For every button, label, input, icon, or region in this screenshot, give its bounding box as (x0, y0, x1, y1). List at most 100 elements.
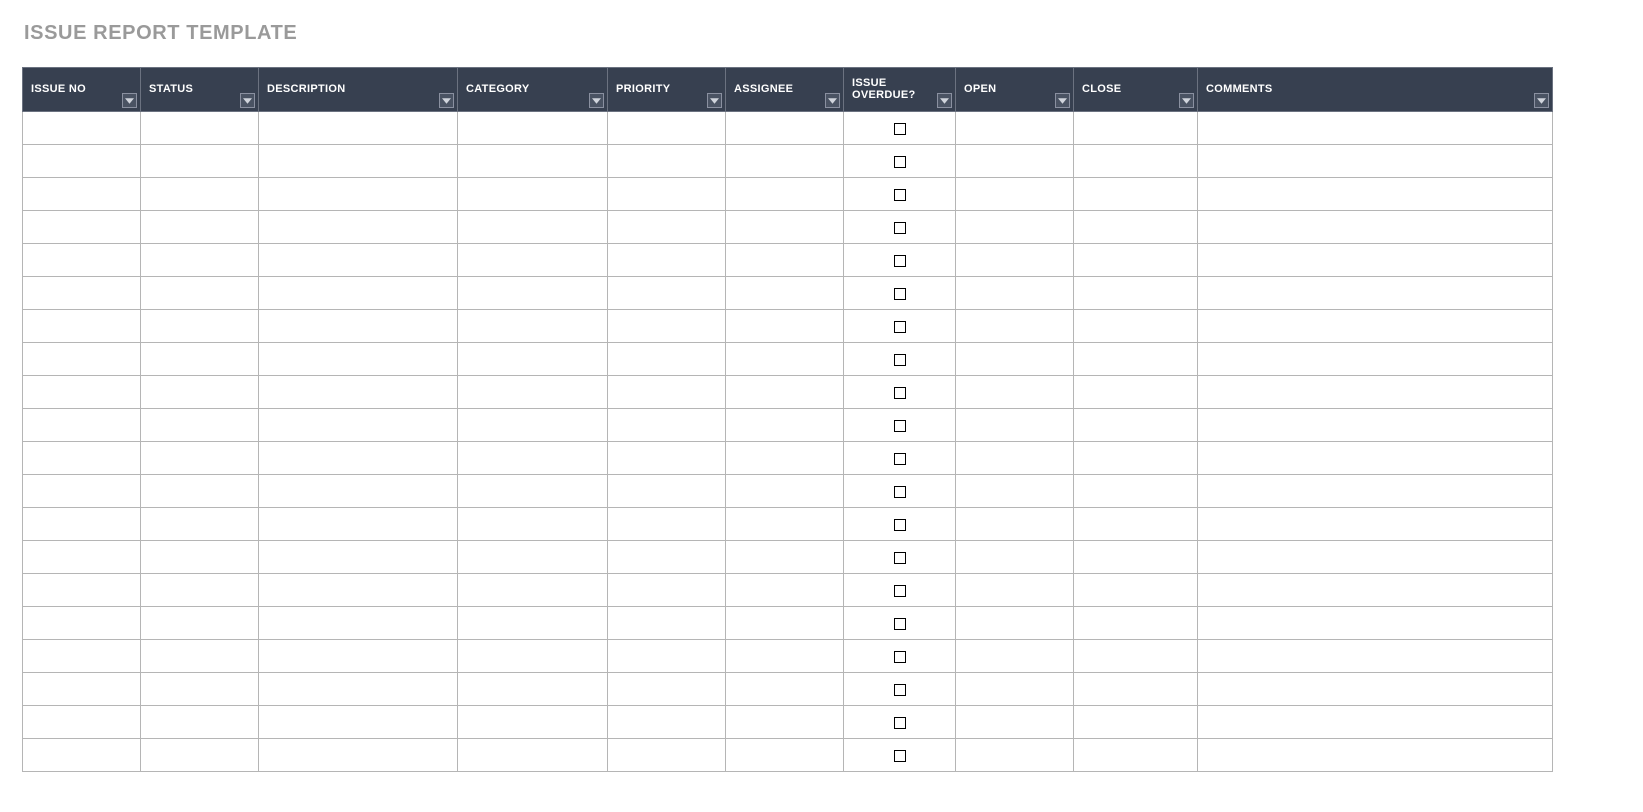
cell-status[interactable] (141, 442, 259, 475)
cell-comments[interactable] (1198, 343, 1553, 376)
overdue-checkbox[interactable] (894, 585, 906, 597)
overdue-checkbox[interactable] (894, 255, 906, 267)
cell-close[interactable] (1074, 475, 1198, 508)
cell-close[interactable] (1074, 673, 1198, 706)
cell-open[interactable] (956, 706, 1074, 739)
cell-status[interactable] (141, 112, 259, 145)
cell-assignee[interactable] (726, 178, 844, 211)
cell-issue_no[interactable] (23, 673, 141, 706)
cell-close[interactable] (1074, 508, 1198, 541)
cell-close[interactable] (1074, 574, 1198, 607)
cell-priority[interactable] (608, 442, 726, 475)
overdue-checkbox[interactable] (894, 486, 906, 498)
cell-issue_no[interactable] (23, 475, 141, 508)
cell-status[interactable] (141, 211, 259, 244)
cell-status[interactable] (141, 706, 259, 739)
cell-issue_no[interactable] (23, 376, 141, 409)
cell-assignee[interactable] (726, 409, 844, 442)
cell-open[interactable] (956, 211, 1074, 244)
cell-close[interactable] (1074, 244, 1198, 277)
cell-issue_no[interactable] (23, 607, 141, 640)
cell-priority[interactable] (608, 244, 726, 277)
cell-category[interactable] (458, 343, 608, 376)
cell-comments[interactable] (1198, 508, 1553, 541)
cell-category[interactable] (458, 145, 608, 178)
cell-open[interactable] (956, 475, 1074, 508)
cell-desc[interactable] (259, 211, 458, 244)
cell-priority[interactable] (608, 310, 726, 343)
cell-issue_no[interactable] (23, 640, 141, 673)
cell-category[interactable] (458, 508, 608, 541)
cell-open[interactable] (956, 409, 1074, 442)
cell-issue_no[interactable] (23, 310, 141, 343)
cell-desc[interactable] (259, 475, 458, 508)
cell-comments[interactable] (1198, 706, 1553, 739)
cell-priority[interactable] (608, 706, 726, 739)
overdue-checkbox[interactable] (894, 420, 906, 432)
overdue-checkbox[interactable] (894, 354, 906, 366)
cell-priority[interactable] (608, 541, 726, 574)
cell-status[interactable] (141, 508, 259, 541)
cell-issue_no[interactable] (23, 112, 141, 145)
cell-desc[interactable] (259, 244, 458, 277)
cell-assignee[interactable] (726, 442, 844, 475)
cell-priority[interactable] (608, 112, 726, 145)
cell-comments[interactable] (1198, 607, 1553, 640)
cell-assignee[interactable] (726, 244, 844, 277)
overdue-checkbox[interactable] (894, 123, 906, 135)
cell-assignee[interactable] (726, 607, 844, 640)
cell-desc[interactable] (259, 310, 458, 343)
cell-open[interactable] (956, 607, 1074, 640)
cell-close[interactable] (1074, 640, 1198, 673)
cell-desc[interactable] (259, 376, 458, 409)
cell-comments[interactable] (1198, 277, 1553, 310)
cell-category[interactable] (458, 673, 608, 706)
cell-comments[interactable] (1198, 112, 1553, 145)
overdue-checkbox[interactable] (894, 453, 906, 465)
cell-priority[interactable] (608, 640, 726, 673)
cell-desc[interactable] (259, 607, 458, 640)
cell-category[interactable] (458, 739, 608, 772)
overdue-checkbox[interactable] (894, 519, 906, 531)
cell-assignee[interactable] (726, 211, 844, 244)
cell-category[interactable] (458, 310, 608, 343)
cell-close[interactable] (1074, 277, 1198, 310)
cell-issue_no[interactable] (23, 343, 141, 376)
cell-issue_no[interactable] (23, 178, 141, 211)
cell-open[interactable] (956, 277, 1074, 310)
cell-comments[interactable] (1198, 178, 1553, 211)
overdue-checkbox[interactable] (894, 750, 906, 762)
cell-issue_no[interactable] (23, 739, 141, 772)
cell-desc[interactable] (259, 409, 458, 442)
filter-dropdown-icon[interactable] (1055, 93, 1070, 108)
cell-category[interactable] (458, 541, 608, 574)
cell-status[interactable] (141, 178, 259, 211)
cell-desc[interactable] (259, 277, 458, 310)
cell-priority[interactable] (608, 211, 726, 244)
cell-open[interactable] (956, 310, 1074, 343)
cell-priority[interactable] (608, 673, 726, 706)
overdue-checkbox[interactable] (894, 387, 906, 399)
cell-category[interactable] (458, 178, 608, 211)
cell-priority[interactable] (608, 739, 726, 772)
cell-priority[interactable] (608, 508, 726, 541)
cell-assignee[interactable] (726, 112, 844, 145)
cell-comments[interactable] (1198, 739, 1553, 772)
cell-open[interactable] (956, 640, 1074, 673)
cell-open[interactable] (956, 376, 1074, 409)
cell-comments[interactable] (1198, 475, 1553, 508)
cell-assignee[interactable] (726, 739, 844, 772)
cell-assignee[interactable] (726, 574, 844, 607)
cell-comments[interactable] (1198, 211, 1553, 244)
overdue-checkbox[interactable] (894, 222, 906, 234)
cell-comments[interactable] (1198, 310, 1553, 343)
cell-desc[interactable] (259, 640, 458, 673)
cell-category[interactable] (458, 277, 608, 310)
overdue-checkbox[interactable] (894, 156, 906, 168)
overdue-checkbox[interactable] (894, 321, 906, 333)
cell-open[interactable] (956, 442, 1074, 475)
cell-comments[interactable] (1198, 376, 1553, 409)
cell-comments[interactable] (1198, 574, 1553, 607)
cell-priority[interactable] (608, 277, 726, 310)
filter-dropdown-icon[interactable] (1534, 93, 1549, 108)
